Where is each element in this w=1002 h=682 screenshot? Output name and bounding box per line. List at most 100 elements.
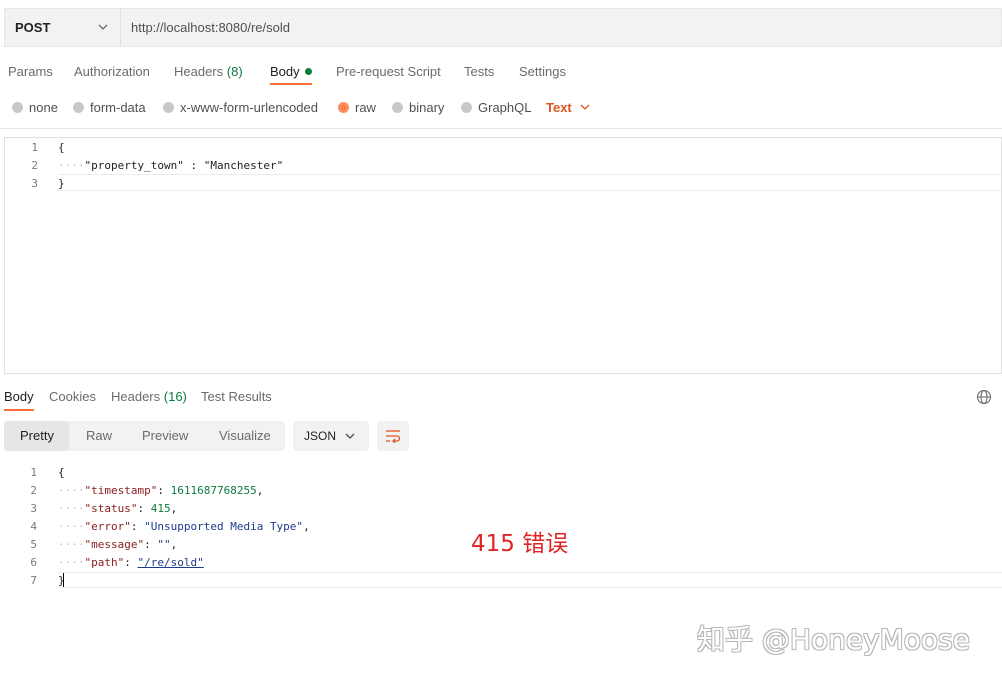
response-tab-body-underline: [4, 409, 34, 411]
json-value: 415: [150, 502, 171, 515]
current-line-highlight: [58, 174, 1002, 175]
response-view-switcher: Pretty Raw Preview Visualize: [4, 421, 285, 451]
method-label: POST: [15, 20, 51, 35]
whitespace-dots: ····: [58, 484, 85, 497]
code-line: ····"status": 415,: [58, 502, 178, 515]
view-raw-button[interactable]: Raw: [86, 428, 112, 443]
radio-circle-icon: [12, 102, 23, 113]
line-number: 1: [31, 141, 38, 154]
radio-circle-icon: [392, 102, 403, 113]
radio-none[interactable]: none: [12, 100, 58, 115]
tab-settings[interactable]: Settings: [519, 64, 566, 79]
radio-form-data-label: form-data: [90, 100, 146, 115]
radio-none-label: none: [29, 100, 58, 115]
whitespace-dots: ····: [58, 556, 85, 569]
response-tab-headers[interactable]: Headers (16): [111, 389, 187, 404]
line-number: 3: [30, 502, 37, 515]
view-preview-button[interactable]: Preview: [142, 428, 188, 443]
radio-selected-icon: [338, 102, 349, 113]
watermark: 知乎 @HoneyMoose: [697, 623, 970, 656]
radio-circle-icon: [461, 102, 472, 113]
globe-icon[interactable]: [976, 389, 992, 408]
chevron-down-icon: [345, 430, 355, 445]
code-line: ····"error": "Unsupported Media Type",: [58, 520, 310, 533]
json-value: "Unsupported Media Type": [144, 520, 304, 533]
tab-body-underline: [270, 83, 312, 85]
close-brace: }: [58, 177, 65, 190]
json-link-value[interactable]: "/re/sold": [138, 556, 204, 569]
json-key: "message": [84, 538, 145, 551]
line-number: 6: [30, 556, 37, 569]
json-key: "status": [84, 502, 138, 515]
code-line: ····"property_town" : "Manchester": [58, 159, 283, 172]
radio-urlencoded[interactable]: x-www-form-urlencoded: [163, 100, 318, 115]
code-line: {: [58, 141, 65, 154]
method-select[interactable]: POST: [5, 9, 121, 46]
tab-tests[interactable]: Tests: [464, 64, 494, 79]
body-indicator-dot: [304, 68, 312, 75]
response-tab-test-results[interactable]: Test Results: [201, 389, 272, 404]
raw-format-label: Text: [546, 100, 572, 115]
code-line: ····"path": "/re/sold": [58, 556, 204, 569]
tab-headers[interactable]: Headers (8): [174, 64, 243, 79]
line-number: 2: [31, 159, 38, 172]
radio-binary[interactable]: binary: [392, 100, 444, 115]
open-brace: {: [58, 141, 65, 154]
code-line: ····"message": "",: [58, 538, 178, 551]
line-number: 4: [30, 520, 37, 533]
response-tab-body[interactable]: Body: [4, 389, 34, 404]
tab-body-label: Body: [270, 64, 300, 79]
radio-graphql-label: GraphQL: [478, 100, 532, 115]
view-pretty-button[interactable]: Pretty: [20, 428, 54, 443]
json-value: "": [157, 538, 171, 551]
headers-count-badge: (8): [226, 64, 243, 79]
tab-prerequest-script[interactable]: Pre-request Script: [336, 64, 441, 79]
radio-binary-label: binary: [409, 100, 445, 115]
text-cursor: [63, 573, 64, 588]
json-key: "timestamp": [84, 484, 158, 497]
view-visualize-button[interactable]: Visualize: [219, 428, 271, 443]
line-number: 7: [30, 574, 37, 587]
radio-graphql[interactable]: GraphQL: [461, 100, 531, 115]
wrap-lines-button[interactable]: [377, 421, 409, 451]
error-annotation: 415 错误: [471, 531, 569, 557]
json-separator: :: [183, 159, 204, 172]
response-format-select[interactable]: JSON: [293, 421, 369, 451]
radio-circle-icon: [73, 102, 84, 113]
tab-authorization[interactable]: Authorization: [74, 64, 150, 79]
tab-params[interactable]: Params: [8, 64, 53, 79]
radio-urlencoded-label: x-www-form-urlencoded: [180, 100, 318, 115]
json-value: "Manchester": [203, 159, 284, 172]
response-tab-cookies[interactable]: Cookies: [49, 389, 96, 404]
divider: [0, 128, 1002, 129]
json-value: 1611687768255: [170, 484, 257, 497]
current-line-highlight: [58, 587, 1002, 588]
whitespace-dots: ····: [58, 520, 85, 533]
tab-body[interactable]: Body: [270, 64, 312, 79]
radio-circle-icon: [163, 102, 174, 113]
line-number: 5: [30, 538, 37, 551]
line-number: 1: [30, 466, 37, 479]
raw-format-select[interactable]: Text: [546, 100, 590, 115]
open-brace: {: [58, 466, 65, 479]
response-tab-headers-label: Headers: [111, 389, 161, 404]
code-line: ····"timestamp": 1611687768255,: [58, 484, 264, 497]
radio-raw-label: raw: [355, 100, 376, 115]
json-key: "property_town": [84, 159, 184, 172]
radio-raw[interactable]: raw: [338, 100, 376, 115]
json-key: "error": [84, 520, 131, 533]
radio-form-data[interactable]: form-data: [73, 100, 146, 115]
whitespace-dots: ····: [58, 502, 85, 515]
current-line-highlight: [58, 190, 1002, 191]
tab-headers-label: Headers: [174, 64, 224, 79]
url-input[interactable]: http://localhost:8080/re/sold: [131, 20, 290, 35]
request-body-editor[interactable]: [4, 137, 1002, 374]
code-line: }: [58, 177, 65, 190]
url-bar: POST http://localhost:8080/re/sold: [4, 8, 1002, 47]
chevron-down-icon: [580, 100, 590, 115]
json-key: "path": [84, 556, 125, 569]
wrap-lines-icon: [385, 429, 401, 446]
current-line-highlight: [58, 572, 1002, 573]
response-headers-count-badge: (16): [163, 389, 187, 404]
line-number: 3: [31, 177, 38, 190]
